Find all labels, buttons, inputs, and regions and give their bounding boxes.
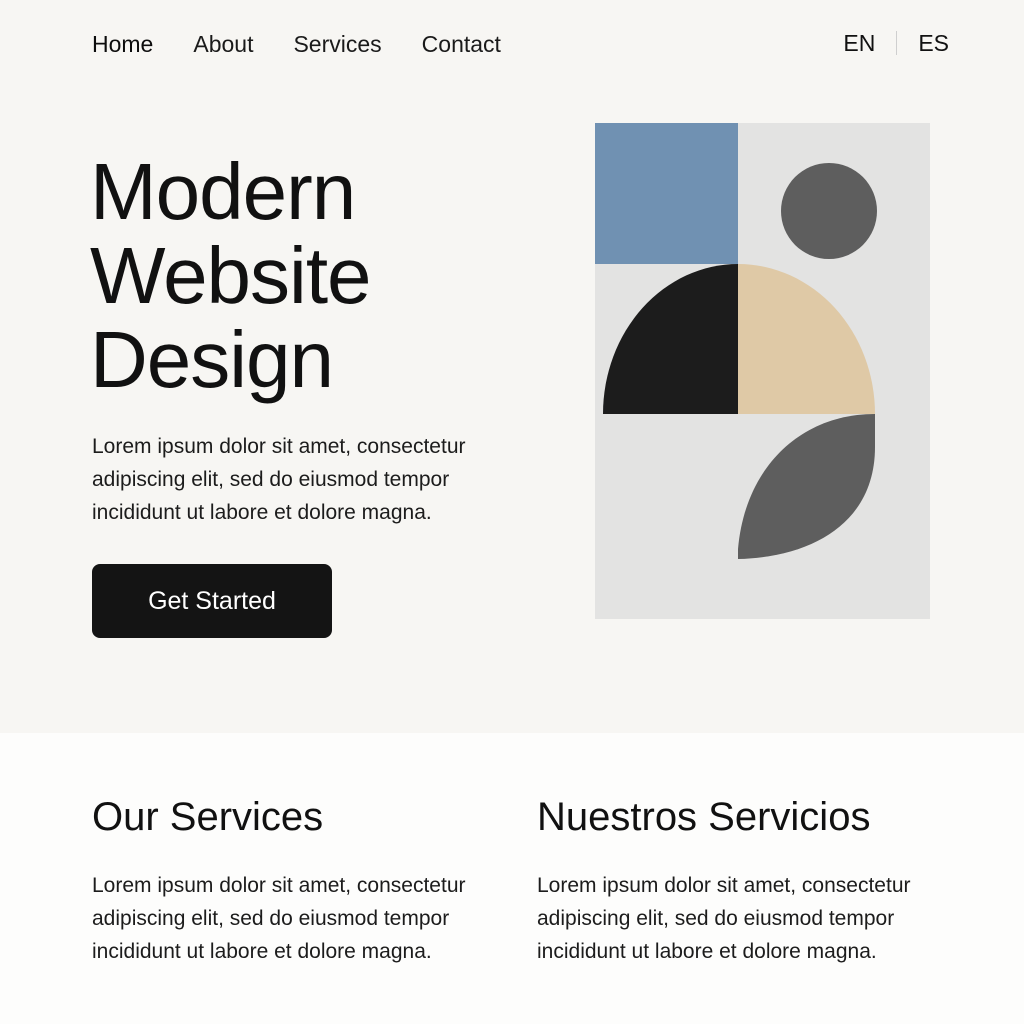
hero-title: Modern Website Design bbox=[90, 150, 560, 402]
hero-title-line-2: Website bbox=[90, 231, 372, 320]
services-column-en: Our Services Lorem ipsum dolor sit amet,… bbox=[92, 793, 512, 968]
language-divider bbox=[896, 31, 898, 55]
nav-links: Home About Services Contact bbox=[92, 29, 541, 59]
language-es-option[interactable]: ES bbox=[918, 28, 949, 58]
get-started-button[interactable]: Get Started bbox=[92, 564, 332, 638]
hero-artwork bbox=[595, 123, 930, 619]
services-column-es: Nuestros Servicios Lorem ipsum dolor sit… bbox=[537, 793, 957, 968]
nuestros-servicios-heading: Nuestros Servicios bbox=[537, 795, 871, 839]
top-navigation: Home About Services Contact EN ES bbox=[0, 0, 1024, 90]
nav-home-link[interactable]: Home bbox=[92, 29, 153, 59]
language-en-option[interactable]: EN bbox=[843, 28, 875, 58]
nav-contact-link[interactable]: Contact bbox=[422, 29, 501, 59]
services-section: Our Services Lorem ipsum dolor sit amet,… bbox=[0, 733, 1024, 1024]
nuestros-servicios-description: Lorem ipsum dolor sit amet, consectetur … bbox=[537, 874, 911, 963]
nav-about-link[interactable]: About bbox=[193, 29, 253, 59]
hero-title-line-3: Design bbox=[90, 315, 334, 404]
artwork-gray-circle bbox=[781, 163, 877, 259]
hero-title-line-1: Modern bbox=[90, 147, 356, 236]
nav-services-link[interactable]: Services bbox=[293, 29, 381, 59]
language-switcher: EN ES bbox=[843, 28, 949, 58]
landing-page: Home About Services Contact EN ES Modern… bbox=[0, 0, 1024, 1024]
our-services-heading: Our Services bbox=[92, 795, 324, 839]
artwork-blue-square bbox=[595, 123, 738, 264]
our-services-description: Lorem ipsum dolor sit amet, consectetur … bbox=[92, 874, 466, 963]
hero-description: Lorem ipsum dolor sit amet, consectetur … bbox=[92, 435, 466, 524]
